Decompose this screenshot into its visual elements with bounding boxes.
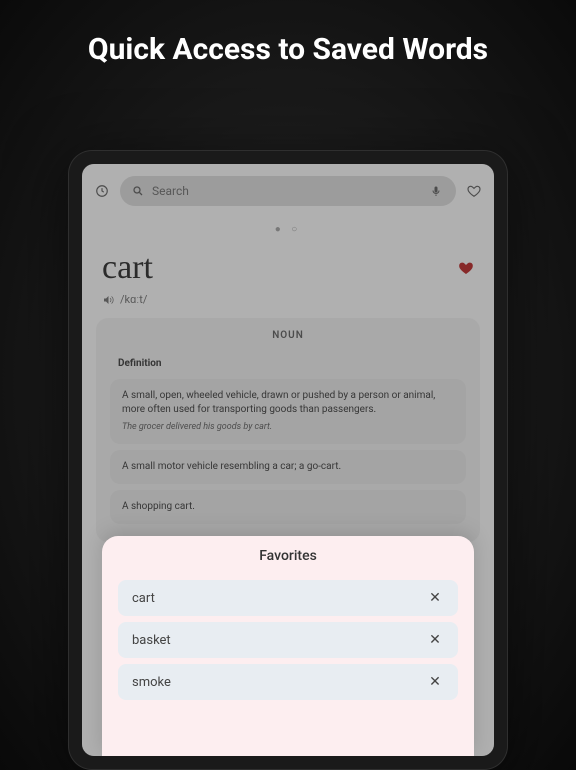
definition-text: A small, open, wheeled vehicle, drawn or…	[122, 389, 454, 417]
favorite-word: cart	[132, 591, 155, 606]
search-input[interactable]: Search	[120, 176, 456, 206]
word-title: cart	[102, 249, 153, 287]
promo-title: Quick Access to Saved Words	[0, 0, 576, 89]
top-bar: Search	[82, 164, 494, 214]
definition-text: A shopping cart.	[122, 500, 454, 514]
favorite-word: basket	[132, 633, 171, 648]
definition-block: A small motor vehicle resembling a car; …	[110, 450, 466, 484]
tablet-screen: Search ● ○ cart	[82, 164, 494, 756]
favorites-icon[interactable]	[466, 183, 482, 199]
part-of-speech: NOUN	[110, 330, 466, 351]
favorite-item[interactable]: basket ✕	[118, 622, 458, 658]
favorite-word: smoke	[132, 675, 171, 690]
tablet-frame: Search ● ○ cart	[68, 150, 508, 770]
definition-text: A small motor vehicle resembling a car; …	[122, 460, 454, 474]
remove-favorite-icon[interactable]: ✕	[426, 674, 444, 690]
tab-definition[interactable]: Definition	[110, 354, 170, 373]
search-placeholder: Search	[152, 184, 420, 198]
favorite-heart-icon[interactable]	[458, 260, 474, 276]
remove-favorite-icon[interactable]: ✕	[426, 590, 444, 606]
definition-block: A shopping cart.	[110, 490, 466, 524]
favorites-sheet: Favorites cart ✕ basket ✕ smoke ✕	[102, 536, 474, 756]
favorites-title: Favorites	[118, 548, 458, 574]
pronunciation-row: /kɑːt/	[82, 291, 494, 318]
favorite-item[interactable]: cart ✕	[118, 580, 458, 616]
page-indicator: ● ○	[82, 214, 494, 241]
word-header: cart	[82, 241, 494, 291]
pronunciation-text: /kɑːt/	[120, 293, 147, 306]
definition-block: A small, open, wheeled vehicle, drawn or…	[110, 379, 466, 444]
mic-icon[interactable]	[428, 183, 444, 199]
remove-favorite-icon[interactable]: ✕	[426, 632, 444, 648]
history-icon[interactable]	[94, 183, 110, 199]
definition-example: The grocer delivered his goods by cart.	[122, 421, 454, 434]
favorite-item[interactable]: smoke ✕	[118, 664, 458, 700]
definitions-card: NOUN Definition A small, open, wheeled v…	[96, 318, 480, 542]
audio-icon[interactable]	[102, 294, 114, 306]
search-icon	[132, 185, 144, 197]
